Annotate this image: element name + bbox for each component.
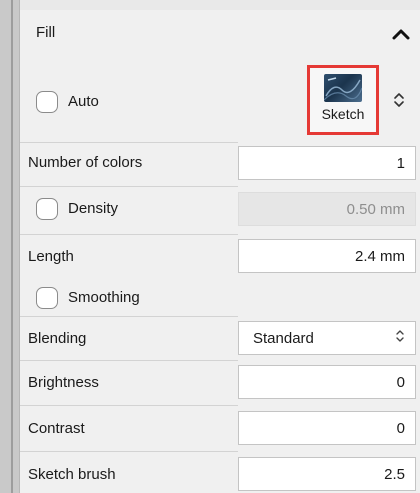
up-down-arrows-icon (395, 329, 405, 347)
blending-select-value: Standard (253, 329, 314, 347)
auto-label: Auto (68, 93, 99, 110)
blending-select[interactable]: Standard (238, 321, 416, 355)
density-checkbox[interactable] (36, 198, 58, 220)
contrast-label: Contrast (28, 420, 85, 437)
up-down-arrows-icon[interactable] (393, 92, 405, 108)
row-divider (20, 360, 238, 361)
sketch-mode-button[interactable]: Sketch (307, 65, 379, 135)
row-divider (20, 451, 238, 452)
fill-panel: Fill Auto Sketch Number of colors 1 Dens… (20, 10, 420, 493)
sketch-brush-label: Sketch brush (28, 466, 116, 483)
sketch-label: Sketch (321, 106, 365, 122)
row-divider (20, 405, 238, 406)
number-of-colors-label: Number of colors (28, 154, 143, 171)
auto-checkbox[interactable] (36, 91, 58, 113)
length-label: Length (28, 248, 74, 265)
row-divider (20, 316, 238, 317)
row-divider (20, 142, 238, 143)
fill-section-title: Fill (36, 24, 56, 41)
number-of-colors-field[interactable]: 1 (238, 146, 416, 180)
sketch-thumbnail-icon (324, 74, 362, 102)
blending-label: Blending (28, 330, 87, 347)
contrast-field[interactable]: 0 (238, 411, 416, 445)
length-field[interactable]: 2.4 mm (238, 239, 416, 273)
sketch-brush-field[interactable]: 2.5 (238, 457, 416, 491)
density-field: 0.50 mm (238, 192, 416, 226)
left-scroll-strip (0, 0, 20, 493)
row-divider (20, 234, 238, 235)
chevron-up-icon[interactable] (390, 26, 412, 42)
brightness-label: Brightness (28, 374, 99, 391)
brightness-field[interactable]: 0 (238, 365, 416, 399)
density-label: Density (68, 200, 119, 217)
smoothing-label: Smoothing (68, 289, 140, 306)
smoothing-checkbox[interactable] (36, 287, 58, 309)
row-divider (20, 186, 238, 187)
